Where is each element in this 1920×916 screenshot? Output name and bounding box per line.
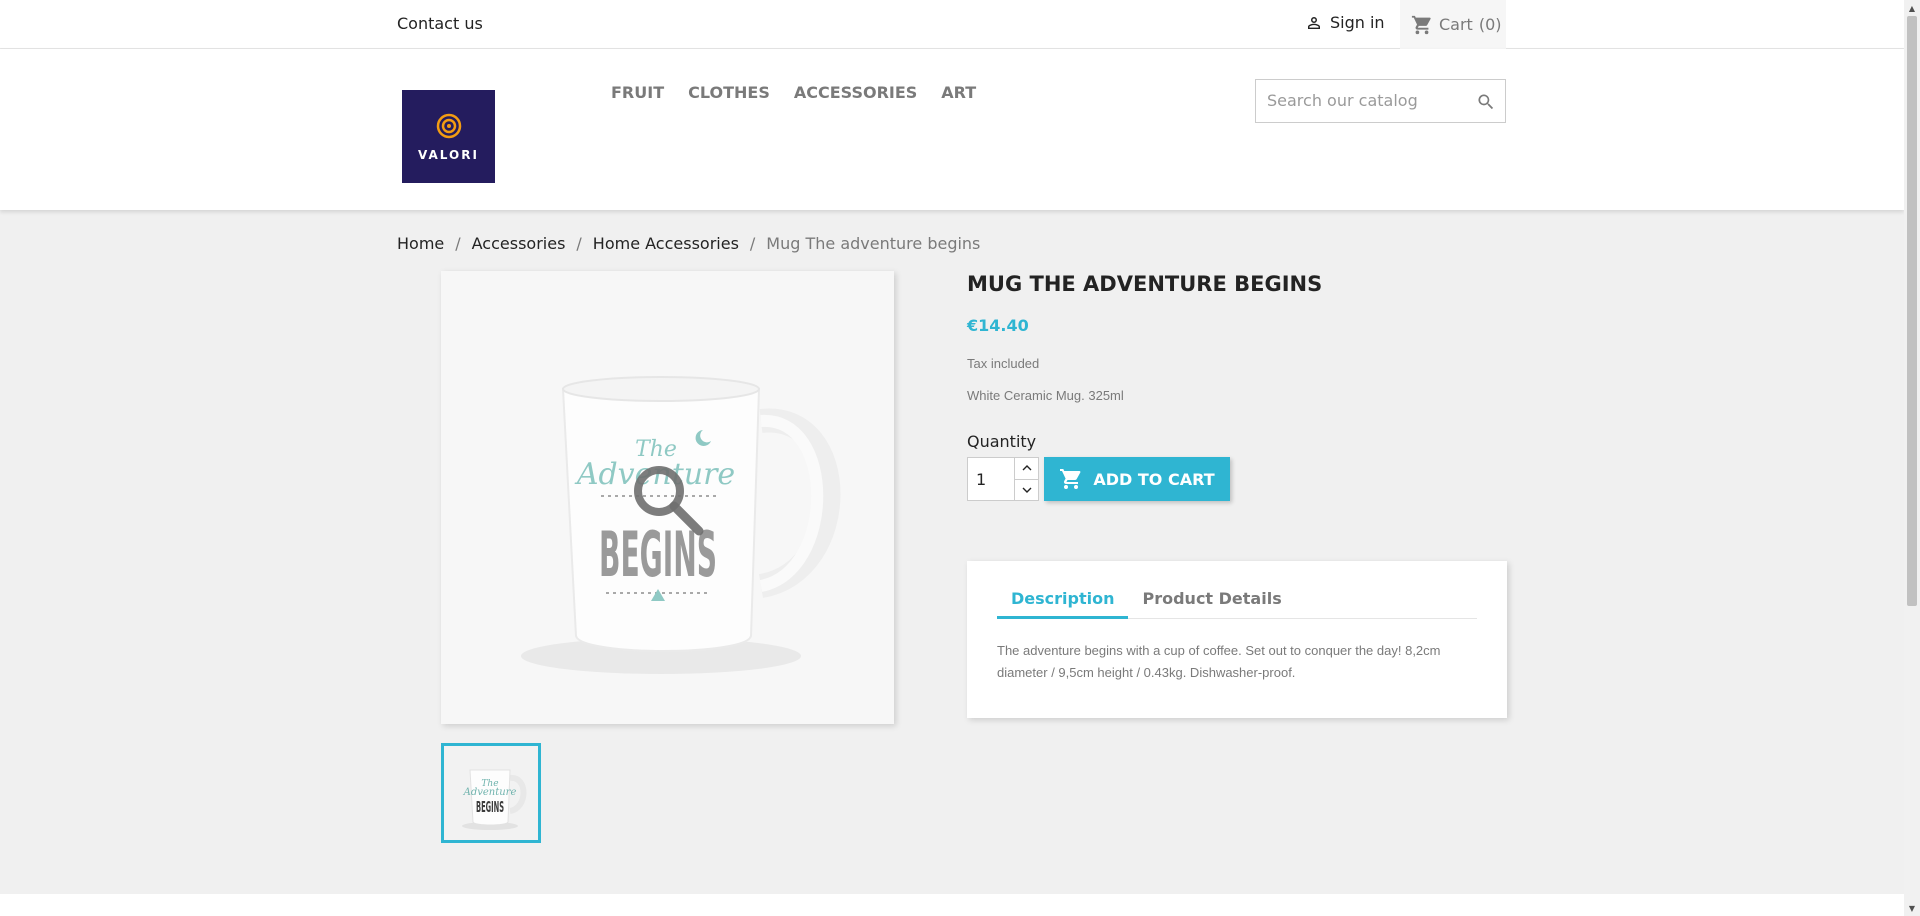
sign-in-link[interactable]: Sign in — [1305, 13, 1385, 32]
search-box — [1255, 79, 1506, 123]
search-input[interactable] — [1256, 80, 1456, 120]
cart-button[interactable]: Cart (0) — [1400, 0, 1506, 49]
mug-thumbnail-image: The Adventure BEGINS — [462, 769, 527, 830]
logo-text: VALORI — [418, 147, 479, 162]
quantity-spinner — [1015, 457, 1039, 501]
description-text: The adventure begins with a cup of coffe… — [997, 643, 1441, 680]
breadcrumb-separator: / — [576, 234, 582, 253]
scroll-down-button[interactable]: ▼ — [1907, 902, 1917, 914]
nav-item-accessories[interactable]: ACCESSORIES — [794, 83, 917, 102]
person-icon — [1308, 16, 1320, 29]
short-description: White Ceramic Mug. 325ml — [967, 388, 1124, 403]
tax-note: Tax included — [967, 356, 1040, 371]
nav-item-art[interactable]: ART — [941, 83, 976, 102]
product-price: €14.40 — [967, 316, 1029, 335]
quantity-decrement-button[interactable] — [1015, 479, 1039, 501]
nav-item-clothes[interactable]: CLOTHES — [688, 83, 770, 102]
svg-text:Adventure: Adventure — [463, 787, 517, 798]
tab-description[interactable]: Description — [997, 583, 1129, 619]
nav-item-fruit[interactable]: FRUIT — [611, 83, 664, 102]
add-to-cart-button[interactable]: ADD TO CART — [1044, 457, 1230, 501]
chevron-down-icon — [1022, 487, 1031, 493]
product-tabs: Description Product Details — [997, 583, 1477, 619]
breadcrumb-accessories[interactable]: Accessories — [472, 234, 566, 253]
footer-strip — [0, 894, 1904, 916]
quantity-increment-button[interactable] — [1015, 457, 1039, 480]
breadcrumb: Home / Accessories / Home Accessories / … — [397, 234, 980, 253]
breadcrumb-current: Mug The adventure begins — [766, 234, 981, 253]
product-title: MUG THE ADVENTURE BEGINS — [967, 272, 1323, 296]
product-thumbnail[interactable]: The Adventure BEGINS — [441, 743, 541, 843]
scrollbar-thumb[interactable] — [1907, 16, 1917, 606]
scroll-up-button[interactable]: ▲ — [1907, 2, 1917, 14]
svg-text:BEGINS: BEGINS — [476, 798, 504, 816]
logo-ring-icon — [436, 113, 461, 138]
cart-icon — [1411, 15, 1431, 34]
search-button[interactable] — [1476, 92, 1496, 116]
cart-label: Cart — [1439, 15, 1473, 34]
product-tabs-card: Description Product Details The adventur… — [967, 561, 1507, 718]
cart-count: (0) — [1478, 15, 1502, 34]
quantity-input[interactable] — [967, 457, 1015, 501]
add-to-cart-label: ADD TO CART — [1093, 469, 1215, 489]
contact-us-link[interactable]: Contact us — [397, 14, 483, 33]
chevron-up-icon — [1022, 465, 1031, 471]
breadcrumb-home-accessories[interactable]: Home Accessories — [593, 234, 739, 253]
quantity-stepper — [967, 457, 1039, 501]
site-header: VALORI FRUIT CLOTHES ACCESSORIES ART — [0, 49, 1904, 210]
breadcrumb-separator: / — [455, 234, 461, 253]
page-scrollbar[interactable]: ▲ ▼ — [1904, 0, 1920, 916]
store-logo[interactable]: VALORI — [402, 90, 495, 183]
quantity-label: Quantity — [967, 432, 1037, 451]
top-bar: Contact us Sign in Cart (0) — [0, 0, 1904, 49]
tab-product-details[interactable]: Product Details — [1128, 583, 1295, 619]
cart-icon — [1060, 469, 1081, 489]
main-nav: FRUIT CLOTHES ACCESSORIES ART — [611, 83, 976, 102]
breadcrumb-separator: / — [749, 234, 756, 253]
sign-in-label: Sign in — [1330, 13, 1385, 32]
breadcrumb-home[interactable]: Home — [397, 234, 444, 253]
product-main-image[interactable]: The Adventure BEGINS — [441, 271, 894, 724]
search-icon — [1478, 94, 1494, 110]
zoom-icon[interactable] — [629, 461, 709, 541]
